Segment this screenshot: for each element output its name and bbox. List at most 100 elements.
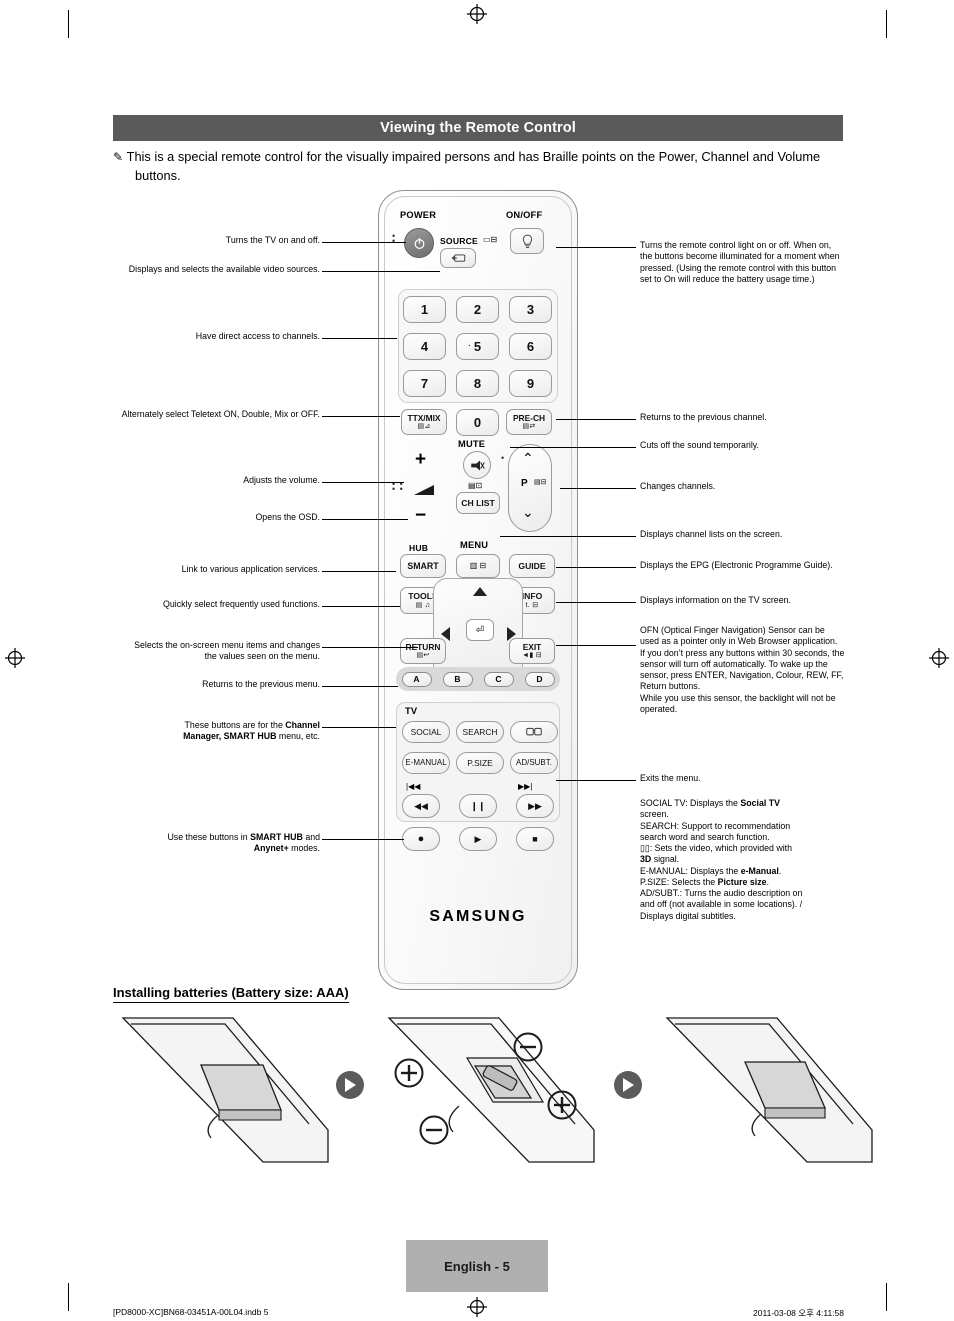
leader-line-smart	[322, 571, 396, 572]
leader-line-ofn	[556, 645, 636, 646]
social-button[interactable]: SOCIAL	[402, 721, 450, 743]
registration-mark-bottom	[467, 1297, 487, 1317]
leader-line-numbers	[322, 338, 397, 339]
ad-subt-label: AD/SUBT.	[515, 758, 552, 767]
ttx-mix-label: TTX/MIX	[407, 412, 441, 423]
callout-teletext: Alternately select Teletext ON, Double, …	[121, 409, 320, 419]
number-button-5[interactable]: · 5	[456, 333, 499, 360]
enter-button[interactable]: ⏎	[466, 619, 494, 641]
smart-hub-button[interactable]: SMART	[400, 554, 446, 578]
source-button[interactable]	[440, 248, 476, 268]
3d-inline-icon: ▯▯	[640, 843, 650, 853]
volume-rocker[interactable]: + −	[406, 446, 444, 534]
play-button[interactable]: ▶	[459, 827, 497, 851]
rewind-button[interactable]: ◀◀	[402, 794, 440, 818]
number-button-8[interactable]: 8	[456, 370, 499, 397]
stop-icon: ■	[532, 833, 538, 844]
ad-subt-button[interactable]: AD/SUBT.	[510, 752, 558, 774]
bulb-icon	[522, 234, 532, 248]
callout-light: Turns the remote control light on or off…	[640, 240, 840, 284]
enter-icon: ⏎	[475, 624, 485, 636]
leader-line-guide	[556, 567, 636, 568]
menu-button[interactable]: ▥ ⊟	[456, 554, 500, 578]
callout-osd: Opens the OSD.	[255, 512, 320, 522]
p-size-button[interactable]: P.SIZE	[456, 752, 504, 774]
leader-line-volume	[322, 482, 404, 483]
pre-ch-button[interactable]: PRE-CH ▤⇄	[506, 409, 552, 435]
fast-forward-button[interactable]: ▶▶	[516, 794, 554, 818]
label-power: POWER	[400, 210, 437, 220]
registration-mark-left	[5, 648, 25, 668]
label-menu: MENU	[460, 540, 489, 550]
callout-info: Displays information on the TV screen.	[640, 595, 791, 605]
callout-tools: Quickly select frequently used functions…	[163, 599, 320, 609]
callout-volume: Adjusts the volume.	[243, 475, 320, 485]
colour-button-d[interactable]: D	[524, 671, 555, 687]
info-sub-icon: t. ⊟	[525, 601, 539, 609]
ch-list-button[interactable]: CH LIST	[456, 492, 500, 514]
3d-button[interactable]	[510, 721, 558, 743]
info-label: INFO	[521, 591, 543, 602]
braille-dots-channel: •	[501, 453, 506, 463]
mute-button[interactable]	[463, 451, 491, 479]
e-manual-button[interactable]: E-MANUAL	[402, 752, 450, 774]
number-button-5-label: 5	[473, 339, 482, 354]
return-button[interactable]: RETURN ▤↩	[400, 638, 446, 664]
leader-line-osd	[322, 519, 408, 520]
leader-line-power	[322, 242, 406, 243]
nav-up-icon[interactable]	[473, 587, 487, 596]
colour-button-c[interactable]: C	[483, 671, 514, 687]
leader-line-prech	[556, 419, 636, 420]
callout-chlist: Displays channel lists on the screen.	[640, 529, 783, 539]
leader-line-teletext	[322, 416, 400, 417]
ttx-mix-button[interactable]: TTX/MIX ▤⊿	[401, 409, 447, 435]
page-number: English - 5	[444, 1258, 510, 1274]
channel-down-icon[interactable]: ⌄	[522, 505, 534, 519]
callout-channel: Changes channels.	[640, 481, 716, 491]
page-root: Viewing the Remote Control ✎ This is a s…	[0, 0, 954, 1321]
exit-button[interactable]: EXIT ◄▮ ⊟	[509, 638, 555, 664]
power-button[interactable]	[404, 228, 434, 258]
pause-button[interactable]: ❙❙	[459, 794, 497, 818]
leader-line-exit	[556, 780, 636, 781]
crop-mark-br-v	[886, 1283, 887, 1311]
label-source: SOURCE	[440, 236, 478, 246]
record-button[interactable]: ●	[402, 827, 440, 851]
search-button[interactable]: SEARCH	[456, 721, 504, 743]
leader-line-light	[556, 247, 636, 248]
callout-navigation: Selects the on-screen menu items and cha…	[134, 640, 320, 662]
number-button-7[interactable]: 7	[403, 370, 446, 397]
guide-button[interactable]: GUIDE	[509, 554, 555, 578]
braille-dots-volume: • • • •	[392, 479, 404, 495]
light-button[interactable]	[510, 228, 544, 254]
battery-step-1-illustration	[121, 1017, 329, 1163]
stop-button[interactable]: ■	[516, 827, 554, 851]
footer-timestamp: 2011-03-08 오후 4:11:58	[753, 1308, 844, 1318]
callout-guide: Displays the EPG (Electronic Programme G…	[640, 560, 833, 570]
volume-up-icon[interactable]: +	[415, 450, 426, 469]
volume-speaker-icon	[412, 482, 438, 505]
crop-mark-bl-v	[68, 1283, 69, 1311]
number-button-1[interactable]: 1	[403, 296, 446, 323]
leader-line-channel	[560, 488, 636, 489]
colour-button-a[interactable]: A	[401, 671, 432, 687]
number-button-4[interactable]: 4	[403, 333, 446, 360]
leader-line-chlist	[500, 536, 636, 537]
channel-rocker[interactable]: ⌃ P ▤⊟ ⌄	[508, 444, 552, 532]
pause-icon: ❙❙	[470, 800, 486, 811]
callout-smart: Link to various application services.	[181, 564, 320, 574]
e-manual-label: E-MANUAL	[405, 758, 447, 767]
number-button-3[interactable]: 3	[509, 296, 552, 323]
remote-control-illustration: POWER ON/OFF •• SOURCE ▭⊟ 1 2 3 4 ·5 6 7…	[378, 190, 578, 990]
number-button-2[interactable]: 2	[456, 296, 499, 323]
colour-button-b[interactable]: B	[442, 671, 473, 687]
number-button-6[interactable]: 6	[509, 333, 552, 360]
number-button-0[interactable]: 0	[456, 409, 499, 436]
leader-line-info	[556, 602, 636, 603]
leader-line-media	[322, 839, 404, 840]
number-button-9[interactable]: 9	[509, 370, 552, 397]
page-footer-tab: English - 5	[406, 1240, 548, 1292]
battery-minus-sign-top	[513, 1032, 543, 1067]
channel-up-icon[interactable]: ⌃	[522, 451, 534, 465]
volume-down-icon[interactable]: −	[415, 506, 426, 525]
